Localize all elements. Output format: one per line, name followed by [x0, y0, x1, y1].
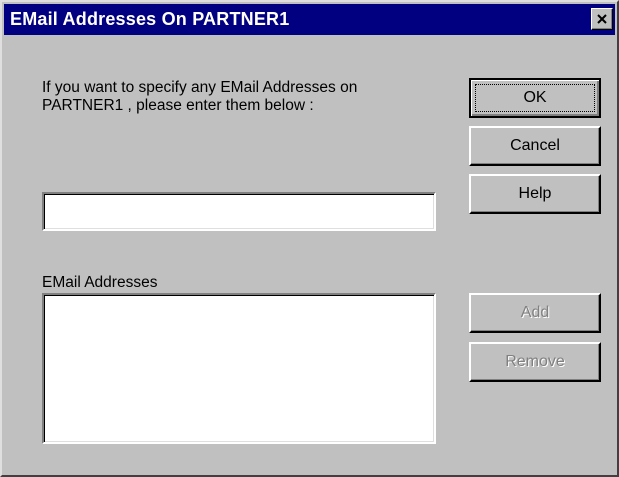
add-button-label: Add [520, 304, 550, 321]
remove-button[interactable]: Remove [469, 342, 601, 382]
remove-button-label: Remove [505, 353, 565, 370]
title-bar[interactable]: EMail Addresses On PARTNER1 [4, 4, 615, 35]
add-button[interactable]: Add [469, 293, 601, 333]
instruction-text: If you want to specify any EMail Address… [42, 79, 358, 114]
window-title: EMail Addresses On PARTNER1 [10, 9, 290, 29]
close-icon [597, 14, 607, 24]
cancel-button[interactable]: Cancel [469, 126, 601, 166]
cancel-button-label: Cancel [510, 137, 560, 154]
email-addresses-dialog: EMail Addresses On PARTNER1 If you want … [0, 0, 619, 477]
email-addresses-label: EMail Addresses [42, 274, 158, 291]
help-button[interactable]: Help [469, 174, 601, 214]
focus-ring [475, 84, 595, 112]
email-addresses-list[interactable] [42, 293, 436, 444]
help-button-label: Help [518, 185, 552, 202]
email-address-input[interactable] [42, 192, 436, 231]
ok-button[interactable]: OK [469, 78, 601, 118]
close-button[interactable] [591, 8, 613, 30]
